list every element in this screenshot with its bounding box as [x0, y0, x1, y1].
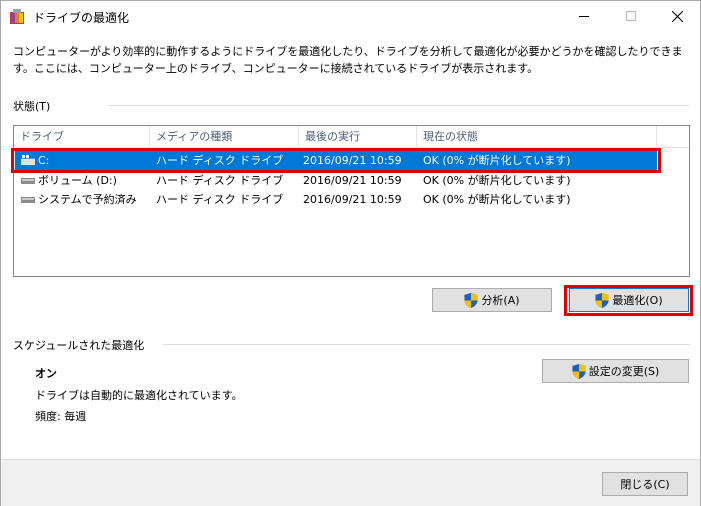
column-last-run[interactable]: 最後の実行 [299, 126, 417, 148]
change-settings-label: 設定の変更(S) [588, 365, 660, 378]
schedule-auto-text: ドライブは自動的に最適化されています。 [35, 389, 243, 402]
schedule-state: オン [35, 367, 57, 380]
drive-name: システムで予約済み [38, 193, 137, 206]
window-title: ドライブの最適化 [33, 11, 130, 25]
minimize-button[interactable] [561, 1, 607, 31]
drive-media-type: ハード ディスク ドライブ [156, 174, 284, 187]
close-label: 閉じる(C) [620, 478, 670, 491]
close-window-button[interactable] [654, 1, 700, 31]
drive-icon [21, 178, 35, 184]
analyze-button[interactable]: 分析(A) [432, 288, 552, 312]
status-divider [109, 105, 690, 106]
drive-icon [21, 197, 35, 203]
drive-last-run: 2016/09/21 10:59 [303, 174, 402, 187]
schedule-label: スケジュールされた最適化 [13, 339, 145, 352]
minimize-icon [579, 15, 589, 17]
table-row[interactable]: システムで予約済み ハード ディスク ドライブ 2016/09/21 10:59… [15, 190, 657, 209]
schedule-frequency: 頻度: 毎週 [35, 410, 87, 423]
description-text: コンピューターがより効率的に動作するようにドライブを最適化したり、ドライブを分析… [13, 45, 683, 75]
footer-bar: 閉じる(C) [1, 459, 700, 506]
uac-shield-icon [464, 292, 478, 308]
change-settings-button[interactable]: 設定の変更(S) [542, 359, 689, 383]
close-button[interactable]: 閉じる(C) [602, 472, 688, 496]
maximize-icon [626, 11, 636, 21]
column-media-type[interactable]: メディアの種類 [150, 126, 299, 148]
defrag-window: ドライブの最適化 コンピューターがより効率的に動作するようにドライブを最適化した… [0, 0, 701, 506]
status-label: 状態(T) [13, 100, 51, 113]
schedule-divider [163, 344, 690, 345]
column-current-status[interactable]: 現在の状態 [417, 126, 657, 148]
drive-status: OK (0% が断片化しています) [423, 174, 571, 187]
close-icon [671, 10, 683, 22]
uac-shield-icon [572, 363, 586, 379]
drive-status: OK (0% が断片化しています) [423, 193, 571, 206]
selection-highlight-box [11, 148, 661, 173]
maximize-button[interactable] [608, 1, 654, 31]
defrag-app-icon [10, 9, 24, 24]
title-bar: ドライブの最適化 [1, 1, 700, 31]
drive-media-type: ハード ディスク ドライブ [156, 193, 284, 206]
drive-list-header: ドライブ メディアの種類 最後の実行 現在の状態 [14, 126, 689, 148]
drive-name: ボリューム (D:) [38, 174, 117, 187]
column-drive[interactable]: ドライブ [14, 126, 150, 148]
table-row[interactable]: ボリューム (D:) ハード ディスク ドライブ 2016/09/21 10:5… [15, 171, 657, 190]
drive-last-run: 2016/09/21 10:59 [303, 193, 402, 206]
optimize-highlight-box [564, 285, 693, 316]
analyze-label: 分析(A) [481, 294, 520, 307]
